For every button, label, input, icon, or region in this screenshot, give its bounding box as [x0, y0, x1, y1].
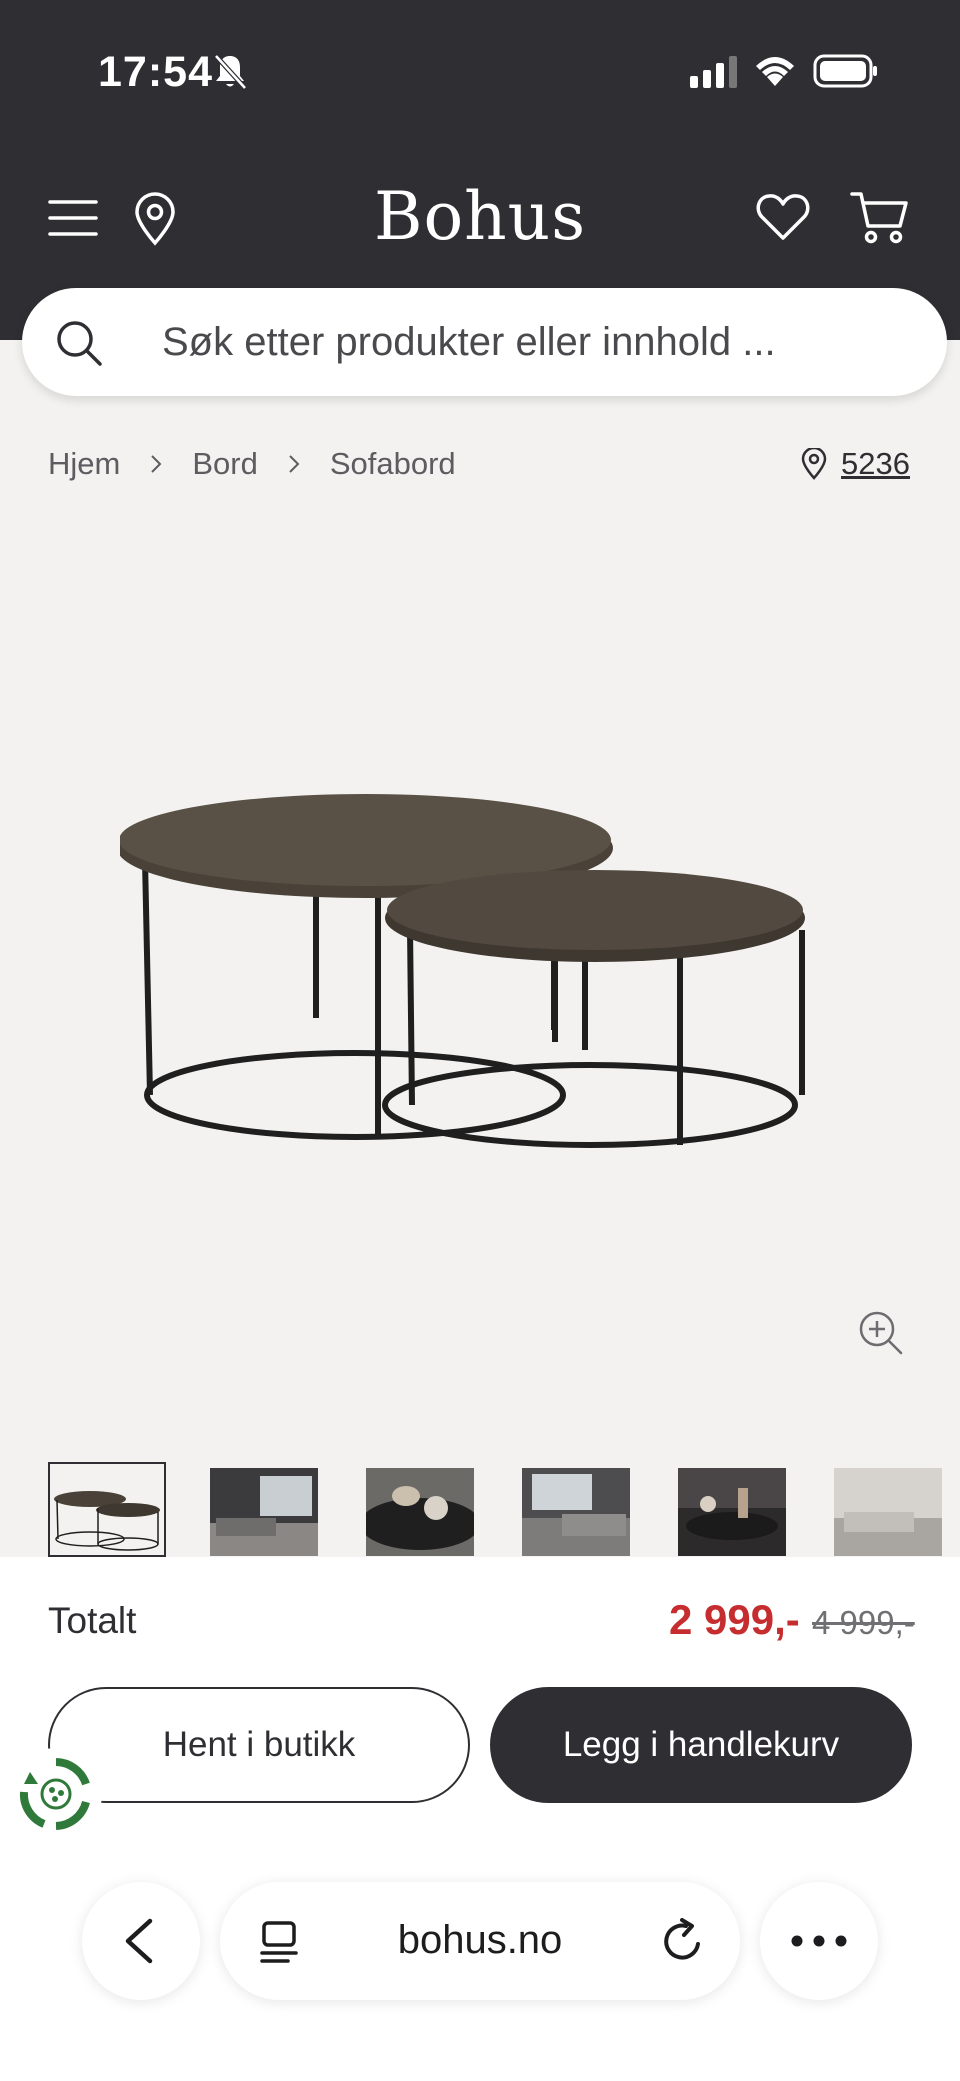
brand-logo[interactable]: Bohus	[0, 178, 960, 255]
add-to-cart-button[interactable]: Legg i handlekurv	[490, 1687, 912, 1803]
store-selector[interactable]: 5236	[801, 446, 910, 482]
search-bar[interactable]	[22, 288, 947, 396]
zoom-in-icon[interactable]	[858, 1310, 904, 1356]
breadcrumb-home[interactable]: Hjem	[48, 446, 120, 482]
address-bar[interactable]: bohus.no	[220, 1882, 740, 2000]
thumbnail-3[interactable]	[366, 1468, 474, 1556]
thumbnail-5[interactable]	[678, 1468, 786, 1556]
battery-icon	[813, 54, 877, 88]
thumbnail-strip	[48, 1462, 960, 1557]
thumbnail-6[interactable]	[834, 1468, 942, 1556]
heart-icon[interactable]	[756, 192, 810, 242]
thumbnail-1[interactable]	[48, 1462, 166, 1557]
store-number[interactable]: 5236	[841, 446, 910, 482]
original-price: 4 999,-	[812, 1604, 915, 1641]
chevron-right-icon	[289, 455, 300, 473]
chevron-left-icon	[125, 1918, 153, 1964]
bell-off-icon	[214, 54, 247, 90]
eco-badge[interactable]	[10, 1748, 102, 1840]
location-pin-icon	[801, 448, 827, 480]
search-input[interactable]	[162, 316, 902, 368]
product-image[interactable]	[120, 760, 840, 1180]
back-button[interactable]	[82, 1882, 200, 2000]
cart-icon[interactable]	[850, 190, 910, 246]
recycle-icon	[19, 1758, 90, 1830]
breadcrumb-sofabord[interactable]: Sofabord	[330, 446, 456, 482]
signal-icon	[690, 56, 737, 88]
thumbnail-2[interactable]	[210, 1468, 318, 1556]
chevron-right-icon	[151, 455, 162, 473]
more-button[interactable]	[760, 1882, 878, 2000]
status-time: 17:54	[98, 48, 213, 96]
breadcrumb: Hjem Bord Sofabord	[48, 446, 456, 482]
thumbnail-4[interactable]	[522, 1468, 630, 1556]
search-icon	[57, 321, 102, 366]
more-dots-icon	[791, 1935, 847, 1947]
pickup-in-store-button[interactable]: Hent i butikk	[48, 1687, 470, 1803]
reload-icon[interactable]	[660, 1918, 706, 1964]
sale-price: 2 999,-	[669, 1596, 800, 1643]
breadcrumb-bord[interactable]: Bord	[192, 446, 257, 482]
total-label: Totalt	[48, 1600, 137, 1641]
wifi-icon	[756, 57, 794, 86]
